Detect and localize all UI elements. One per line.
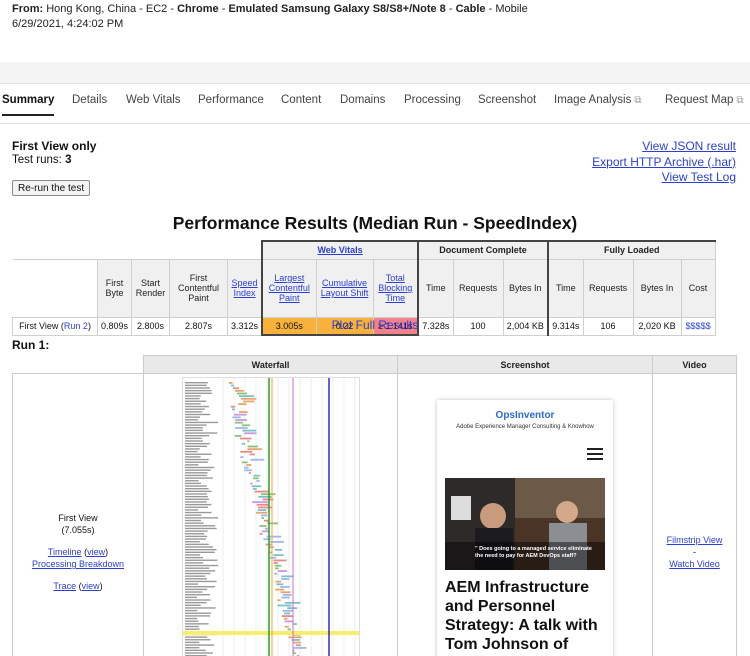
col-fl-bytes: Bytes In	[632, 258, 682, 318]
article-title: AEM Infrastructure and Personnel Strateg…	[445, 579, 598, 656]
tab-content[interactable]: Content	[281, 94, 321, 106]
tab-domains[interactable]: Domains	[340, 94, 385, 106]
col-dc-bytes: Bytes In	[502, 258, 550, 318]
waterfall-header: Waterfall	[143, 355, 398, 374]
col-tbt: Total Blocking Time	[372, 258, 420, 318]
run-1-table: Waterfall Screenshot Video First View (7…	[12, 355, 737, 656]
export-har-link[interactable]: Export HTTP Archive (.har)	[592, 155, 736, 171]
results-tabs: Summary Details Web Vitals Performance C…	[0, 90, 750, 124]
video-header: Video	[652, 355, 737, 374]
watch-video-link[interactable]: Watch Video	[669, 559, 720, 569]
tab-image-analysis[interactable]: Image Analysis ⧉	[554, 94, 642, 106]
col-cls: Cumulative Layout Shift	[315, 258, 374, 318]
tbt-link[interactable]: Total Blocking Time	[378, 273, 412, 303]
site-tagline: Adobe Experience Manager Consulting & Kn…	[456, 424, 594, 430]
col-speed-index: Speed Index	[227, 258, 263, 318]
col-cost: Cost	[680, 258, 716, 318]
first-view-label: First View	[58, 513, 98, 523]
lcp-link[interactable]: Largest Contentful Paint	[269, 273, 310, 303]
site-brand: OpsInventor	[495, 410, 555, 421]
hero-image: " Does going to a managed service elimin…	[445, 478, 605, 570]
col-fcp: First Contentful Paint	[169, 258, 229, 318]
performance-results-title: Performance Results (Median Run - SpeedI…	[172, 213, 578, 233]
filmstrip-view-link[interactable]: Filmstrip View	[667, 535, 723, 545]
first-view-time: (7.055s)	[61, 525, 95, 535]
page-screenshot[interactable]: OpsInventor Adobe Experience Manager Con…	[437, 400, 613, 656]
view-test-log-link[interactable]: View Test Log	[592, 170, 736, 186]
view-json-link[interactable]: View JSON result	[592, 139, 736, 155]
timeline-view-link[interactable]: view	[87, 547, 105, 557]
speed-index-link[interactable]: Speed Index	[232, 278, 258, 298]
hero-quote: " Does going to a managed service elimin…	[475, 546, 592, 559]
waterfall-thumbnail[interactable]	[181, 377, 360, 656]
video-cell: Filmstrip View - Watch Video	[652, 373, 737, 656]
screenshot-header: Screenshot	[397, 355, 653, 374]
timeline-link[interactable]: Timeline	[48, 547, 82, 557]
external-link-icon: ⧉	[634, 95, 642, 106]
col-first-byte: First Byte	[96, 258, 133, 318]
cls-link[interactable]: Cumulative Layout Shift	[321, 278, 369, 298]
hamburger-menu-icon	[587, 448, 603, 460]
tab-web-vitals[interactable]: Web Vitals	[126, 94, 181, 106]
col-fl-requests: Requests	[582, 258, 634, 318]
tab-screenshot[interactable]: Screenshot	[478, 94, 536, 106]
screenshot-cell: OpsInventor Adobe Experience Manager Con…	[397, 373, 653, 656]
run-1-heading: Run 1:	[12, 338, 50, 352]
fully-loaded-group-header: Fully Loaded	[547, 240, 716, 260]
tab-performance[interactable]: Performance	[198, 94, 264, 106]
web-vitals-link[interactable]: Web Vitals	[317, 245, 362, 255]
first-view-only-heading: First View only	[12, 139, 97, 153]
col-start-render: Start Render	[131, 258, 171, 318]
test-header: From: Hong Kong, China - EC2 - Chrome - …	[12, 2, 528, 32]
test-location-line: From: Hong Kong, China - EC2 - Chrome - …	[12, 3, 528, 15]
web-vitals-group-header: Web Vitals	[261, 240, 420, 260]
plot-full-results: Plot Full Results	[0, 318, 750, 332]
processing-breakdown-link[interactable]: Processing Breakdown	[32, 559, 124, 569]
col-dc-time: Time	[417, 258, 454, 318]
col-lcp: Largest Contentful Paint	[261, 258, 317, 318]
test-timestamp: 6/29/2021, 4:24:02 PM	[12, 18, 124, 30]
tab-details[interactable]: Details	[72, 94, 107, 106]
trace-link[interactable]: Trace	[53, 581, 76, 591]
result-links: View JSON result Export HTTP Archive (.h…	[592, 139, 736, 186]
plot-full-results-link[interactable]: Plot Full Results	[332, 318, 419, 332]
tab-summary[interactable]: Summary	[2, 94, 55, 116]
test-runs: Test runs: 3	[12, 154, 72, 166]
waterfall-cell	[143, 373, 398, 656]
tab-processing[interactable]: Processing	[404, 94, 461, 106]
col-fl-time: Time	[547, 258, 584, 318]
tab-request-map[interactable]: Request Map ⧉	[665, 94, 744, 106]
col-dc-requests: Requests	[452, 258, 504, 318]
waterfall-chart	[182, 378, 359, 656]
document-complete-group-header: Document Complete	[417, 240, 550, 260]
trace-view-link[interactable]: view	[82, 581, 100, 591]
first-view-cell: First View (7.055s) Timeline (view) Proc…	[12, 373, 144, 656]
external-link-icon: ⧉	[736, 95, 744, 106]
rerun-test-button[interactable]: Re-run the test	[12, 180, 91, 196]
header-band	[0, 62, 750, 84]
